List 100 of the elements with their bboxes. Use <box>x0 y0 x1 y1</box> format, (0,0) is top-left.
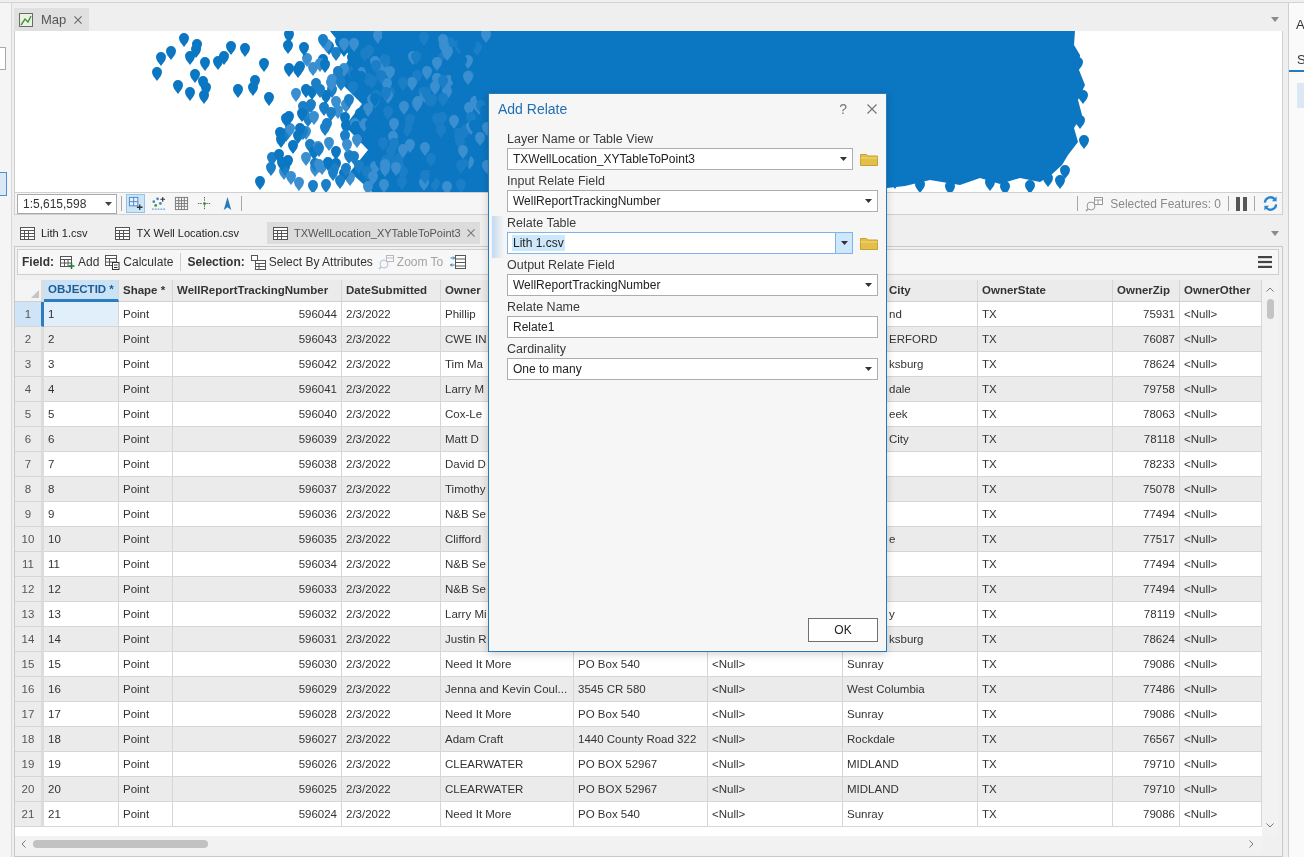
table-cell: PO Box 540 <box>574 652 708 677</box>
table-cell: 596027 <box>173 727 342 752</box>
table-cell: 77517 <box>1113 527 1180 552</box>
table-cell: 2 <box>44 327 119 352</box>
table-cell: TX <box>978 602 1113 627</box>
table-cell: CLEARWATER <box>441 777 574 802</box>
table-cell: TX <box>978 452 1113 477</box>
table-cell: <Null> <box>708 652 843 677</box>
table-cell: <Null> <box>1180 577 1262 602</box>
table-cell: MIDLAND <box>843 777 978 802</box>
table-cell: Need It More <box>441 802 574 827</box>
table-cell: TX <box>978 302 1113 327</box>
table-cell: 75931 <box>1113 302 1180 327</box>
table-cell: 5 <box>44 402 119 427</box>
table-cell: dale <box>887 377 978 402</box>
table-cell: 2/3/2022 <box>342 402 441 427</box>
table-cell: 2/3/2022 <box>342 377 441 402</box>
table-cell: 10 <box>44 527 119 552</box>
table-cell: ksburg <box>887 627 978 652</box>
table-cell: Need It More <box>441 702 574 727</box>
table-cell: Point <box>119 402 173 427</box>
table-cell: Need It More <box>441 652 574 677</box>
table-cell: 596033 <box>173 577 342 602</box>
table-cell: Point <box>119 752 173 777</box>
table-cell: Justin R <box>441 627 488 652</box>
table-cell: 596040 <box>173 402 342 427</box>
table-cell: 79758 <box>1113 377 1180 402</box>
table-cell: Point <box>119 477 173 502</box>
table-cell: 79086 <box>1113 702 1180 727</box>
field-label: Layer Name or Table View <box>507 132 654 147</box>
table-cell: 7 <box>44 452 119 477</box>
table-cell: <Null> <box>708 702 843 727</box>
table-cell: 20 <box>44 777 119 802</box>
table-cell: Point <box>119 327 173 352</box>
table-cell: 9 <box>44 502 119 527</box>
table-cell: <Null> <box>1180 302 1262 327</box>
table-cell: 18 <box>44 727 119 752</box>
table-cell: 76567 <box>1113 727 1180 752</box>
table-cell: <Null> <box>1180 602 1262 627</box>
table-cell: 2/3/2022 <box>342 727 441 752</box>
table-cell: 79086 <box>1113 802 1180 827</box>
table-cell: 15 <box>44 652 119 677</box>
table-cell: Point <box>119 352 173 377</box>
table-cell: Point <box>119 302 173 327</box>
table-cell: 2/3/2022 <box>342 802 441 827</box>
table-cell: Sunray <box>843 702 978 727</box>
table-cell: 77494 <box>1113 577 1180 602</box>
table-cell: <Null> <box>1180 402 1262 427</box>
table-cell: 596036 <box>173 502 342 527</box>
table-cell: <Null> <box>1180 627 1262 652</box>
table-cell: City <box>887 427 978 452</box>
table-cell: 596035 <box>173 527 342 552</box>
field-label: Output Relate Field <box>507 258 615 273</box>
table-cell: 596042 <box>173 352 342 377</box>
table-cell: Point <box>119 377 173 402</box>
table-cell: 78233 <box>1113 452 1180 477</box>
table-cell: 2/3/2022 <box>342 677 441 702</box>
table-cell: <Null> <box>708 727 843 752</box>
table-cell: 596037 <box>173 477 342 502</box>
table-cell: 2/3/2022 <box>342 752 441 777</box>
table-cell: <Null> <box>1180 752 1262 777</box>
table-cell: TX <box>978 527 1113 552</box>
table-cell: 14 <box>44 627 119 652</box>
table-cell: Clifford <box>441 527 488 552</box>
table-cell: PO Box 540 <box>574 702 708 727</box>
table-cell: 2/3/2022 <box>342 652 441 677</box>
table-cell: 19 <box>44 752 119 777</box>
table-cell: <Null> <box>1180 727 1262 752</box>
table-cell: <Null> <box>1180 652 1262 677</box>
table-cell: MIDLAND <box>843 752 978 777</box>
table-cell: 3 <box>44 352 119 377</box>
table-cell: 2/3/2022 <box>342 602 441 627</box>
table-cell: 78118 <box>1113 427 1180 452</box>
table-cell: Point <box>119 777 173 802</box>
toolbar-label: Selection: <box>187 255 245 269</box>
table-cell: TX <box>978 427 1113 452</box>
table-cell: TX <box>978 727 1113 752</box>
table-cell: <Null> <box>1180 502 1262 527</box>
table-cell: TX <box>978 627 1113 652</box>
table-cell: <Null> <box>708 777 843 802</box>
table-cell: Rockdale <box>843 727 978 752</box>
table-cell: CWE IN <box>441 327 488 352</box>
table-cell: <Null> <box>1180 802 1262 827</box>
table-cell: 596024 <box>173 802 342 827</box>
table-cell: <Null> <box>1180 527 1262 552</box>
table-cell: Sunray <box>843 652 978 677</box>
table-cell: 2/3/2022 <box>342 777 441 802</box>
table-cell: 596041 <box>173 377 342 402</box>
table-cell: PO Box 540 <box>574 802 708 827</box>
table-cell: TX <box>978 802 1113 827</box>
table-cell: 79086 <box>1113 652 1180 677</box>
table-cell: TX <box>978 552 1113 577</box>
table-cell: Sunray <box>843 802 978 827</box>
table-cell: 11 <box>44 552 119 577</box>
table-cell: 596029 <box>173 677 342 702</box>
table-cell: PO BOX 52967 <box>574 777 708 802</box>
table-cell: <Null> <box>1180 702 1262 727</box>
table-cell: 596030 <box>173 652 342 677</box>
table-cell: 2/3/2022 <box>342 502 441 527</box>
table-cell: PO BOX 52967 <box>574 752 708 777</box>
